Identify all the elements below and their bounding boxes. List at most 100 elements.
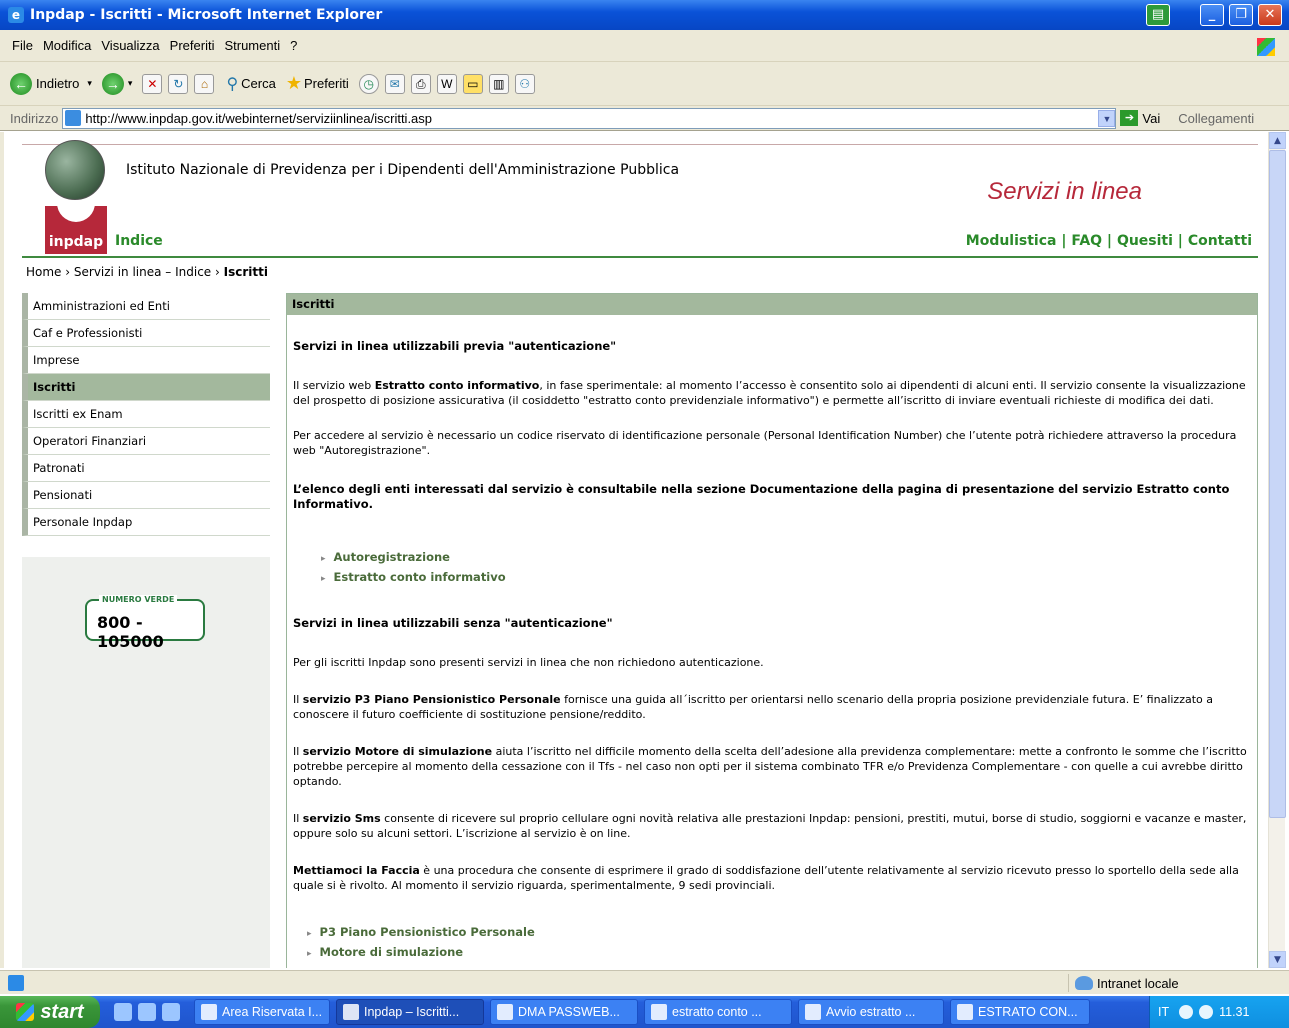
link-autoregistrazione[interactable]: Autoregistrazione: [321, 548, 1251, 568]
menu-file[interactable]: File: [12, 38, 33, 53]
title-bar: e Inpdap - Iscritti - Microsoft Internet…: [0, 0, 1289, 30]
task-area-riservata[interactable]: Area Riservata I...: [194, 999, 330, 1025]
outlook-quicklaunch-icon[interactable]: [162, 1003, 180, 1021]
stop-icon[interactable]: ✕: [142, 73, 163, 94]
text-bold: servizio Sms: [302, 812, 381, 825]
link-faq[interactable]: FAQ: [1071, 233, 1102, 249]
sidebar-item-iscritti-ex-enam[interactable]: Iscritti ex Enam: [22, 401, 270, 428]
address-dropdown-icon[interactable]: ▼: [1098, 109, 1116, 127]
link-quesiti[interactable]: Quesiti: [1117, 233, 1173, 249]
start-button[interactable]: start: [0, 996, 100, 1028]
task-inpdap-iscritti[interactable]: Inpdap – Iscritti...: [336, 999, 484, 1025]
intranet-icon: [1075, 976, 1093, 990]
print-icon[interactable]: ⎙: [410, 73, 431, 94]
sidebar-item-operatori[interactable]: Operatori Finanziari: [22, 428, 270, 455]
main-title: Iscritti: [287, 294, 1257, 315]
paragraph-estratto: Il servizio web Estratto conto informati…: [293, 378, 1251, 408]
sidebar-item-amministrazioni[interactable]: Amministrazioni ed Enti: [22, 293, 270, 320]
breadcrumb-servizi[interactable]: Servizi in linea – Indice: [74, 265, 211, 279]
task-label: ESTRATO CON...: [978, 1005, 1078, 1019]
back-dropdown-icon[interactable]: ▾: [87, 78, 92, 89]
quick-launch: [114, 1003, 186, 1021]
clock: 11.31: [1219, 1005, 1250, 1019]
minimize-button[interactable]: _: [1200, 4, 1224, 26]
notes-icon[interactable]: ▭: [462, 73, 483, 94]
inpdap-logo: inpdap: [48, 234, 104, 250]
menu-strumenti[interactable]: Strumenti: [224, 38, 280, 53]
edit-icon[interactable]: W: [436, 73, 457, 94]
menu-preferiti[interactable]: Preferiti: [170, 38, 215, 53]
go-button[interactable]: ➔ Vai: [1120, 110, 1160, 126]
task-dma-passweb[interactable]: DMA PASSWEB...: [490, 999, 638, 1025]
taskbar: start Area Riservata I... Inpdap – Iscri…: [0, 996, 1289, 1028]
web-page: inpdap Istituto Nazionale di Previdenza …: [22, 132, 1262, 968]
sidebar-item-pensionati[interactable]: Pensionati: [22, 482, 270, 509]
paragraph-pin: Per accedere al servizio è necessario un…: [293, 429, 1237, 457]
app-quicklaunch-icon[interactable]: [138, 1003, 156, 1021]
link-estratto-conto[interactable]: Estratto conto informativo: [321, 568, 1251, 588]
home-icon[interactable]: ⌂: [194, 73, 215, 94]
sidebar-item-caf[interactable]: Caf e Professionisti: [22, 320, 270, 347]
vertical-scrollbar[interactable]: ▲ ▼: [1268, 132, 1286, 968]
window-title: Inpdap - Iscritti - Microsoft Internet E…: [30, 7, 383, 23]
text-bold: Mettiamoci la Faccia: [293, 864, 420, 877]
refresh-icon[interactable]: ↻: [168, 73, 189, 94]
back-arrow-icon: ←: [10, 72, 32, 95]
link-modulistica[interactable]: Modulistica: [966, 233, 1057, 249]
printer-tray-icon[interactable]: ▤: [1146, 4, 1170, 26]
link-motore[interactable]: Motore di simulazione: [307, 943, 1251, 963]
link-contatti[interactable]: Contatti: [1188, 233, 1252, 249]
back-button[interactable]: ← Indietro ▾: [10, 72, 92, 95]
paragraph-motore: Il servizio Motore di simulazione aiuta …: [293, 744, 1251, 789]
task-estratto-conto[interactable]: estratto conto ...: [644, 999, 792, 1025]
menu-visualizza[interactable]: Visualizza: [101, 38, 159, 53]
menu-modifica[interactable]: Modifica: [43, 38, 91, 53]
forward-arrow-icon: →: [101, 72, 124, 95]
breadcrumb-current: Iscritti: [223, 265, 268, 279]
section-heading-no-auth: Servizi in linea utilizzabili senza "aut…: [293, 616, 613, 630]
tray-arrow-icon[interactable]: [1179, 1005, 1194, 1019]
history-icon[interactable]: ◷: [358, 73, 379, 94]
scroll-thumb[interactable]: [1269, 150, 1286, 818]
scroll-down-icon[interactable]: ▼: [1269, 951, 1286, 968]
close-button[interactable]: ✕: [1258, 4, 1282, 26]
forward-dropdown-icon[interactable]: ▾: [128, 78, 133, 89]
globe-logo: [45, 140, 105, 200]
tray-app-icon[interactable]: [1199, 1005, 1214, 1019]
paragraph-sms: Il servizio Sms consente di ricevere sul…: [293, 811, 1251, 841]
address-url[interactable]: http://www.inpdap.gov.it/webinternet/ser…: [85, 111, 1098, 126]
favorites-button[interactable]: ★ Preferiti: [286, 73, 349, 94]
section-heading-auth: Servizi in linea utilizzabili previa "au…: [293, 339, 617, 353]
menu-bar: File Modifica Visualizza Preferiti Strum…: [0, 30, 1289, 62]
scroll-up-icon[interactable]: ▲: [1269, 132, 1286, 149]
sidebar-item-personale[interactable]: Personale Inpdap: [22, 509, 270, 536]
task-label: Inpdap – Iscritti...: [364, 1005, 460, 1019]
links-label[interactable]: Collegamenti: [1178, 111, 1254, 126]
link-p3[interactable]: P3 Piano Pensionistico Personale: [307, 923, 1251, 943]
research-icon[interactable]: ▥: [488, 73, 509, 94]
maximize-button[interactable]: ❐: [1229, 4, 1253, 26]
address-input[interactable]: http://www.inpdap.gov.it/webinternet/ser…: [62, 107, 1117, 129]
sidebar-item-imprese[interactable]: Imprese: [22, 347, 270, 374]
page-viewport: inpdap Istituto Nazionale di Previdenza …: [0, 132, 1289, 968]
mail-icon: [805, 1004, 821, 1020]
index-link[interactable]: Indice: [115, 233, 163, 249]
ie-quicklaunch-icon[interactable]: [114, 1003, 132, 1021]
main-content: Servizi in linea utilizzabili previa "au…: [287, 315, 1257, 963]
windows-logo-icon: [1257, 38, 1275, 56]
task-avvio-estratto[interactable]: Avvio estratto ...: [798, 999, 944, 1025]
ie-icon: e: [8, 7, 24, 23]
language-indicator[interactable]: IT: [1158, 1005, 1169, 1019]
menu-help[interactable]: ?: [290, 38, 297, 53]
search-button[interactable]: ⚲ Cerca: [226, 74, 275, 94]
security-zone: Intranet locale: [1068, 974, 1179, 992]
mail-icon[interactable]: ✉: [384, 73, 405, 94]
forward-button[interactable]: → ▾: [101, 72, 133, 95]
task-estrato-con[interactable]: ESTRATO CON...: [950, 999, 1090, 1025]
breadcrumb-separator-icon: ›: [215, 265, 224, 279]
sidebar-item-iscritti[interactable]: Iscritti: [22, 374, 270, 401]
breadcrumb-home[interactable]: Home: [26, 265, 61, 279]
paragraph-elenco: L’elenco degli enti interessati dal serv…: [293, 482, 1230, 511]
messenger-icon[interactable]: ⚇: [514, 73, 535, 94]
sidebar-item-patronati[interactable]: Patronati: [22, 455, 270, 482]
